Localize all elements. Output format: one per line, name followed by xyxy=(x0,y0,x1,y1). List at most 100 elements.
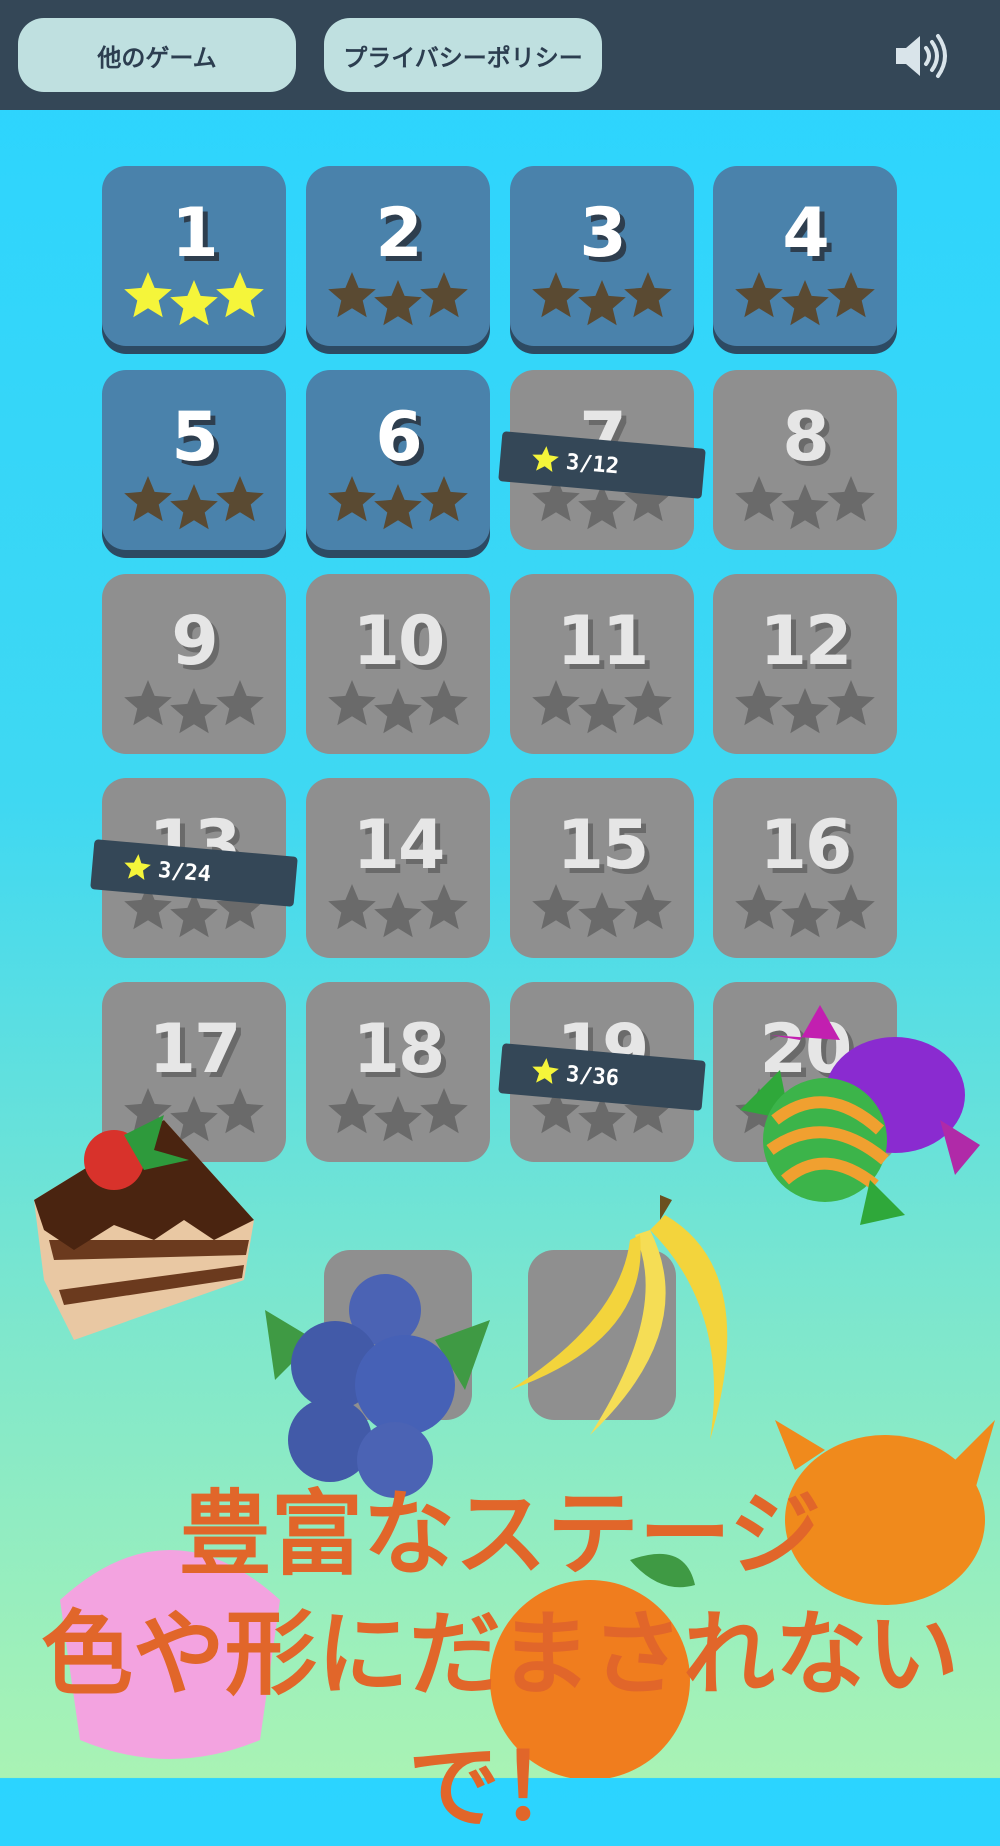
level-number: 14 xyxy=(352,806,446,885)
star-empty-icon xyxy=(781,688,829,734)
requirement-count: 3/24 xyxy=(157,857,213,887)
star-empty-icon xyxy=(328,1088,376,1134)
level-number: 2 xyxy=(375,194,422,273)
level-stars xyxy=(532,272,672,326)
level-number: 18 xyxy=(352,1010,446,1089)
star-empty-icon xyxy=(420,680,468,726)
level-stars xyxy=(328,272,468,326)
level-tile[interactable]: 10 xyxy=(306,574,490,754)
star-icon xyxy=(532,1058,559,1085)
star-empty-icon xyxy=(827,476,875,522)
star-empty-icon xyxy=(216,680,264,726)
star-empty-icon xyxy=(328,476,376,522)
level-number: 1 xyxy=(171,194,218,273)
star-empty-icon xyxy=(216,476,264,522)
level-number: 12 xyxy=(759,602,853,681)
level-number: 9 xyxy=(171,602,218,681)
star-empty-icon xyxy=(781,280,829,326)
star-empty-icon xyxy=(532,272,580,318)
star-empty-icon xyxy=(328,272,376,318)
star-empty-icon xyxy=(578,688,626,734)
star-empty-icon xyxy=(374,1096,422,1142)
level-stars xyxy=(735,476,875,530)
star-empty-icon xyxy=(124,476,172,522)
star-empty-icon xyxy=(827,680,875,726)
level-stars xyxy=(735,680,875,734)
star-empty-icon xyxy=(735,476,783,522)
level-stars xyxy=(328,1088,468,1142)
star-empty-icon xyxy=(735,272,783,318)
level-number: 6 xyxy=(375,398,422,477)
level-stars xyxy=(735,272,875,326)
star-empty-icon xyxy=(420,1088,468,1134)
level-tile[interactable]: 6 xyxy=(306,370,490,550)
star-empty-icon xyxy=(827,884,875,930)
banana-icon xyxy=(510,1195,728,1440)
star-empty-icon xyxy=(578,892,626,938)
star-empty-icon xyxy=(170,484,218,530)
level-tile[interactable]: 16 xyxy=(713,778,897,958)
star-icon xyxy=(124,854,151,881)
level-tile[interactable]: 4 xyxy=(713,166,897,346)
level-stars xyxy=(124,476,264,530)
level-tile[interactable]: 1 xyxy=(102,166,286,346)
star-empty-icon xyxy=(624,272,672,318)
star-empty-icon xyxy=(328,680,376,726)
star-empty-icon xyxy=(420,272,468,318)
level-stars xyxy=(328,884,468,938)
star-filled-icon xyxy=(216,272,264,318)
level-stars xyxy=(735,884,875,938)
star-empty-icon xyxy=(420,476,468,522)
star-icon xyxy=(532,446,559,473)
level-stars xyxy=(532,680,672,734)
level-stars xyxy=(124,272,264,326)
level-tile[interactable]: 18 xyxy=(306,982,490,1162)
level-number: 15 xyxy=(556,806,650,885)
level-number: 4 xyxy=(782,194,829,273)
level-tile[interactable]: 15 xyxy=(510,778,694,958)
level-tile[interactable]: 9 xyxy=(102,574,286,754)
star-empty-icon xyxy=(735,680,783,726)
level-tile[interactable]: 14 xyxy=(306,778,490,958)
slogan-line-2: 色や形にだまされないで！ xyxy=(40,1601,960,1841)
star-empty-icon xyxy=(374,484,422,530)
level-number: 16 xyxy=(759,806,853,885)
star-empty-icon xyxy=(328,884,376,930)
star-filled-icon xyxy=(170,280,218,326)
level-number: 10 xyxy=(352,602,446,681)
star-empty-icon xyxy=(374,892,422,938)
star-empty-icon xyxy=(124,680,172,726)
star-empty-icon xyxy=(578,280,626,326)
level-tile[interactable]: 5 xyxy=(102,370,286,550)
level-number: 11 xyxy=(556,602,650,681)
level-number: 17 xyxy=(148,1010,242,1089)
star-empty-icon xyxy=(532,680,580,726)
star-filled-icon xyxy=(124,272,172,318)
star-empty-icon xyxy=(624,884,672,930)
level-number: 3 xyxy=(579,194,626,273)
star-empty-icon xyxy=(624,680,672,726)
star-empty-icon xyxy=(170,688,218,734)
star-empty-icon xyxy=(532,884,580,930)
level-number: 8 xyxy=(782,398,829,477)
requirement-count: 3/12 xyxy=(565,449,621,479)
level-tile[interactable]: 12 xyxy=(713,574,897,754)
star-empty-icon xyxy=(781,892,829,938)
chocolate-cake-icon xyxy=(34,1115,254,1340)
level-stars xyxy=(328,476,468,530)
requirement-count: 3/36 xyxy=(565,1061,621,1091)
level-number: 5 xyxy=(171,398,218,477)
star-empty-icon xyxy=(735,884,783,930)
level-tile[interactable]: 11 xyxy=(510,574,694,754)
star-empty-icon xyxy=(420,884,468,930)
slogan-line-1: 豊富なステージ xyxy=(178,1481,822,1588)
star-empty-icon xyxy=(374,688,422,734)
level-stars xyxy=(532,884,672,938)
star-empty-icon xyxy=(827,272,875,318)
level-tile[interactable]: 3 xyxy=(510,166,694,346)
level-tile[interactable]: 2 xyxy=(306,166,490,346)
level-stars xyxy=(328,680,468,734)
star-empty-icon xyxy=(781,484,829,530)
level-stars xyxy=(124,680,264,734)
level-tile[interactable]: 8 xyxy=(713,370,897,550)
